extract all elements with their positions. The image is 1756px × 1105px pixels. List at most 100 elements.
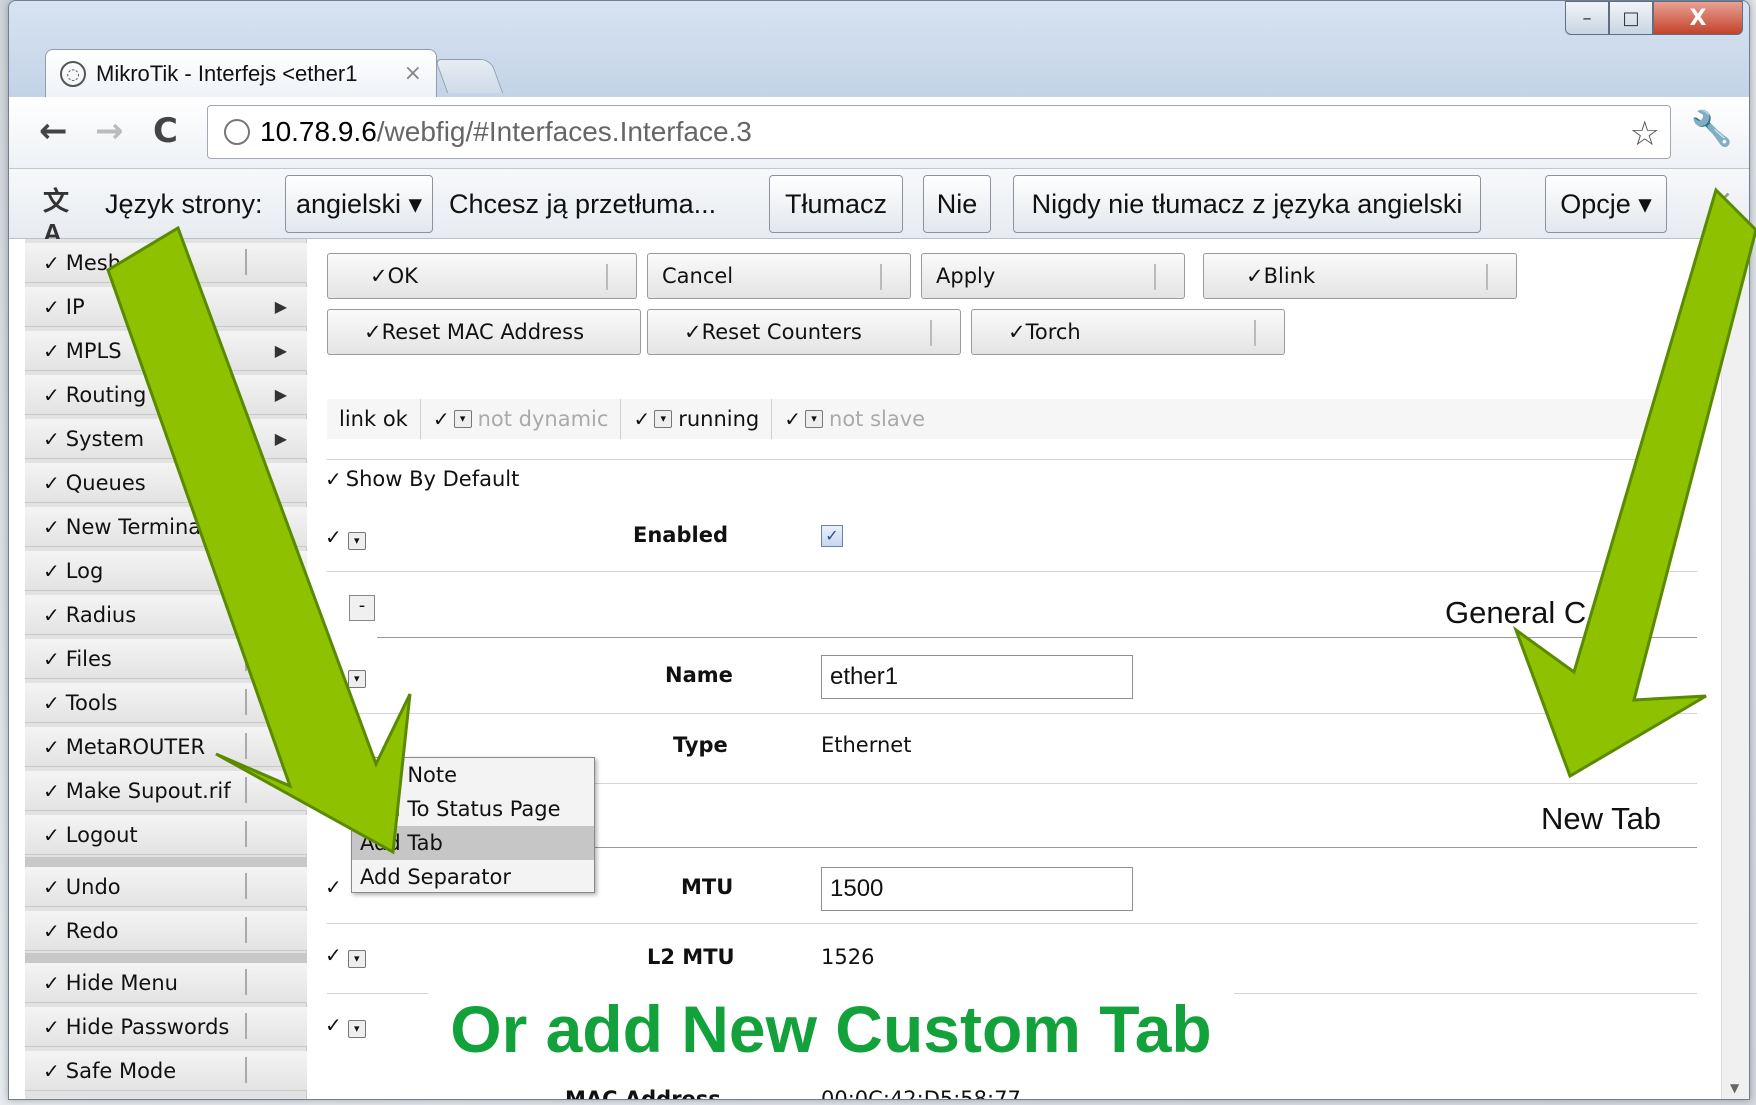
sidebar-item-hide-passwords[interactable]: ✓ Hide Passwords [25,1007,307,1047]
sidebar-item-label: Safe Mode [65,1058,177,1083]
maximize-button[interactable]: □ [1609,1,1653,35]
cancel-button[interactable]: Cancel [647,253,911,299]
apply-button[interactable]: Apply [921,253,1185,299]
ok-button[interactable]: ✓OK [327,253,637,299]
check-icon: ✓ [43,646,60,671]
torch-button[interactable]: ✓Torch [971,309,1285,355]
type-label: Type [673,733,728,757]
sidebar-item-queues[interactable]: ✓ Queues [25,463,307,503]
translate-button[interactable]: Tłumacz [769,175,903,233]
mtu-input[interactable]: 1500 [821,867,1133,911]
sidebar-item-log[interactable]: ✓ Log [25,551,307,591]
sidebar-item-new-terminal[interactable]: ✓ New Terminal [25,507,307,547]
row-toggle-l2mtu[interactable]: ✓ ▾ [325,943,372,968]
back-arrow-icon[interactable]: ← [39,111,68,151]
browser-window: ◌ MikroTik - Interfejs <ether1 × – □ X ←… [8,0,1750,1100]
browser-tab[interactable]: ◌ MikroTik - Interfejs <ether1 × [45,49,437,97]
button-divider [245,1013,247,1039]
sidebar-item-label: Redo [65,918,119,943]
never-translate-button[interactable]: Nigdy nie tłumacz z języka angielski [1013,175,1481,233]
show-by-default-toggle[interactable]: ✓ Show By Default [325,467,519,491]
check-icon: ✓ [43,382,60,407]
scroll-up-icon[interactable]: ▲ [1730,245,1739,259]
webfig-content: ✓ Mesh ✓ IP ▶ ✓ MPLS ▶ ✓ Routing ▶ ✓ System ▶ ✓ Queues ✓… [9,239,1749,1100]
name-label: Name [665,663,733,687]
button-divider [245,601,247,627]
close-window-button[interactable]: X [1653,1,1743,35]
sidebar-item-safe-mode[interactable]: ✓ Safe Mode [25,1051,307,1091]
reset-mac-button[interactable]: ✓Reset MAC Address [327,309,641,355]
sidebar-item-label: New Terminal [65,514,207,539]
row-toggle-enabled[interactable]: ✓ ▾ [325,525,372,550]
button-divider [245,645,247,671]
sidebar-item-logout[interactable]: ✓ Logout [25,815,307,855]
scroll-down-icon[interactable]: ▼ [1730,1081,1739,1095]
button-divider [245,469,247,495]
sidebar-item-label: Logout [65,822,138,847]
tab-close-icon[interactable]: × [404,61,422,86]
check-icon: ✓ [43,426,60,451]
reset-counters-button[interactable]: ✓Reset Counters [647,309,961,355]
name-input[interactable]: ether1 [821,655,1133,699]
language-select[interactable]: angielski ▾ [285,175,433,233]
sidebar-item-label: Make Supout.rif [65,778,231,803]
sidebar-item-system[interactable]: ✓ System ▶ [25,419,307,459]
status-row: link ok ✓ ▾ not dynamic ✓ ▾ running ✓ ▾ not sl… [327,399,1697,439]
row-toggle-mtu[interactable]: ✓ [325,875,342,899]
sidebar-menu: ✓ Mesh ✓ IP ▶ ✓ MPLS ▶ ✓ Routing ▶ ✓ System ▶ ✓ Queues ✓… [25,239,307,1099]
bookmark-star-icon[interactable]: ☆ [1630,114,1660,154]
menu-item-add-separator[interactable]: Add Separator [352,860,594,894]
sidebar-item-make-supout-rif[interactable]: ✓ Make Supout.rif [25,771,307,811]
collapse-section-button[interactable]: - [349,595,375,621]
address-bar[interactable]: 10.78.9.6/webfig/#Interfaces.Interface.3… [207,105,1671,159]
forward-arrow-icon[interactable]: → [95,111,124,151]
enabled-checkbox[interactable]: ✓ [821,525,843,547]
vertical-scrollbar[interactable]: ▲ ▼ [1721,239,1749,1099]
sidebar-item-metarouter[interactable]: ✓ MetaROUTER [25,727,307,767]
blink-button[interactable]: ✓Blink [1203,253,1517,299]
new-tab-button[interactable] [434,59,504,93]
submenu-arrow-icon: ▶ [274,385,287,404]
tab-strip: ◌ MikroTik - Interfejs <ether1 × – □ X [9,1,1749,97]
button-divider [245,821,247,847]
sidebar-item-hide-menu[interactable]: ✓ Hide Menu [25,963,307,1003]
sidebar-item-label: Undo [65,874,121,899]
sidebar-item-routing[interactable]: ✓ Routing ▶ [25,375,307,415]
sidebar-item-mesh[interactable]: ✓ Mesh [25,243,307,283]
menu-item-add-to-status-page[interactable]: Add To Status Page [352,792,594,826]
sidebar-item-mpls[interactable]: ✓ MPLS ▶ [25,331,307,371]
check-icon: ✓ [43,734,60,759]
sidebar-item-redo[interactable]: ✓ Redo [25,911,307,951]
sidebar-item-label: Routing [65,382,147,407]
sidebar-item-label: System [65,426,145,451]
row-toggle-mac[interactable]: ✓ ▾ [325,1013,372,1038]
mac-label: MAC Address [565,1087,721,1100]
row-toggle-name[interactable]: ✓ ▾ [325,663,372,688]
button-divider [245,969,247,995]
sidebar-item-label: Queues [65,470,146,495]
sidebar-item-radius[interactable]: ✓ Radius [25,595,307,635]
section-new-tab-title: New Tab [1541,801,1662,836]
sidebar-item-label: MPLS [65,338,122,363]
menu-item-add-note[interactable]: Add Note [352,758,594,792]
reload-icon[interactable]: C [153,111,178,151]
sidebar-item-label: Files [65,646,112,671]
options-button[interactable]: Opcje ▾ [1545,175,1667,233]
type-value: Ethernet [821,733,912,757]
menu-item-add-tab[interactable]: Add Tab [352,826,594,860]
check-icon: ✓ [43,918,60,943]
sidebar-item-files[interactable]: ✓ Files [25,639,307,679]
wrench-icon[interactable]: 🔧 [1691,109,1733,149]
close-translate-icon[interactable]: ✕ [1710,185,1733,218]
sidebar-item-label: Log [65,558,104,583]
minimize-button[interactable]: – [1565,1,1609,35]
translate-bar: 文A Język strony: angielski ▾ Chcesz ją p… [9,169,1749,248]
sidebar-separator [25,857,307,867]
sidebar-item-ip[interactable]: ✓ IP ▶ [25,287,307,327]
sidebar-item-tools[interactable]: ✓ Tools [25,683,307,723]
no-button[interactable]: Nie [923,175,991,233]
status-running: ✓ ▾ running [621,399,773,439]
l2mtu-label: L2 MTU [647,945,735,969]
sidebar-item-undo[interactable]: ✓ Undo [25,867,307,907]
check-icon: ✓ [43,970,60,995]
